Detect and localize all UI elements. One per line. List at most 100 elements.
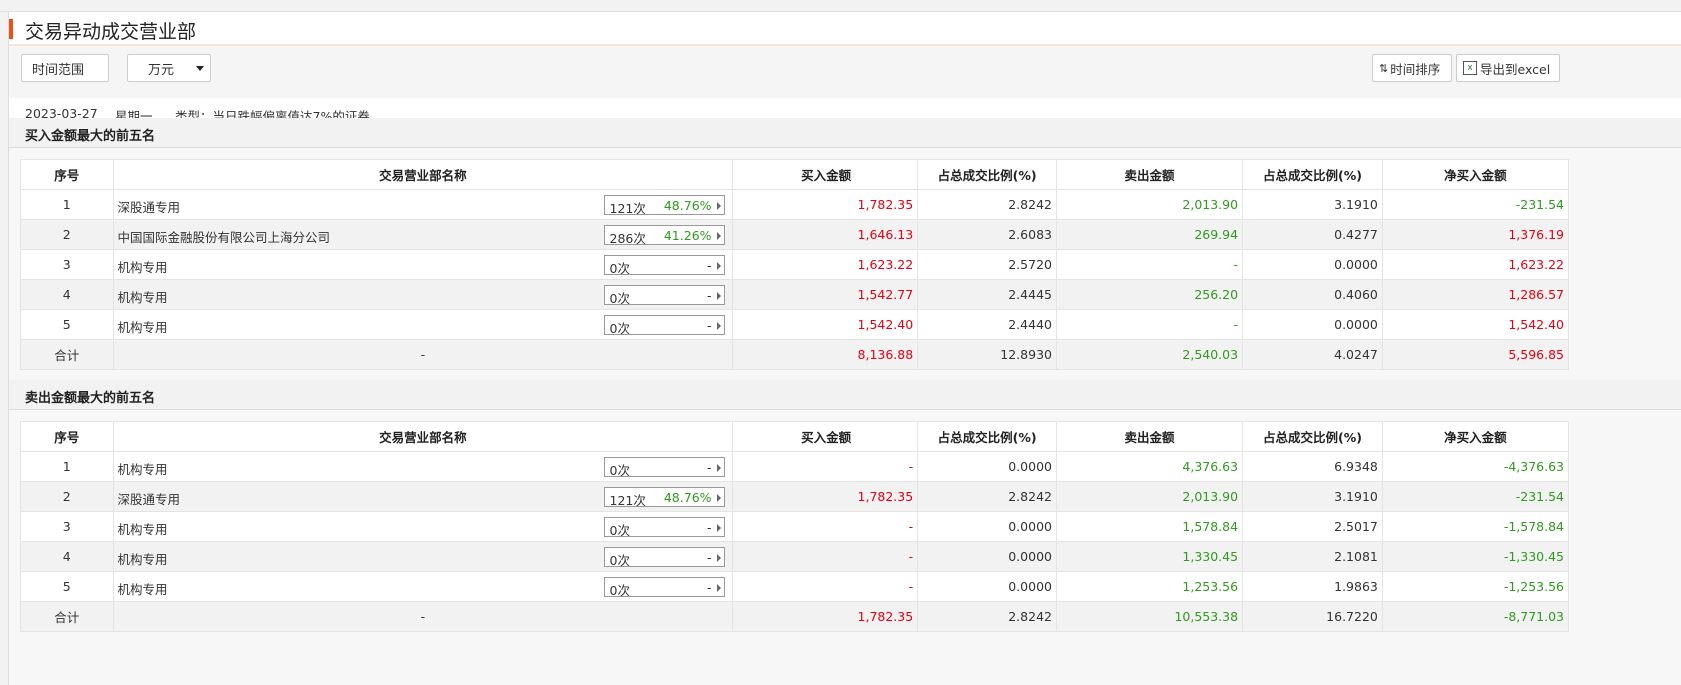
- export-excel-button[interactable]: x 导出到excel: [1456, 54, 1560, 82]
- branch-name-cell: 机构专用 0次 -: [112, 571, 734, 602]
- sell-amount: 256.20: [1055, 279, 1244, 310]
- branch-stats-box[interactable]: 0次 -: [603, 315, 725, 336]
- caret-right-icon: [716, 494, 721, 502]
- unit-select-value: 万元: [148, 62, 175, 78]
- branch-success-rate: 41.26%: [663, 228, 712, 243]
- row-index: 3: [20, 249, 114, 280]
- branch-success-rate: -: [707, 258, 712, 273]
- buy-amount: -: [732, 571, 919, 602]
- branch-name-cell: 机构专用 0次 -: [112, 279, 734, 310]
- col-header-buy-ratio[interactable]: 占总成交比例(%): [917, 421, 1057, 452]
- branch-name-cell: 中国国际金融股份有限公司上海分公司 286次 41.26%: [112, 219, 734, 250]
- branch-trade-count: 0次: [609, 261, 630, 276]
- table-row: 3 机构专用 0次 -1,623.22 2.5720-0.0000 1,623.22: [20, 249, 1570, 280]
- buy-ratio: 2.6083: [917, 219, 1057, 250]
- branch-name-link[interactable]: 深股通专用: [118, 197, 181, 216]
- sell-amount: -: [1055, 249, 1244, 280]
- net-buy-amount: 1,542.40: [1381, 309, 1570, 340]
- branch-stats-box[interactable]: 0次 -: [603, 255, 725, 276]
- time-sort-label: 时间排序: [1390, 61, 1441, 77]
- total-sell-ratio: 16.7220: [1242, 601, 1383, 632]
- sell-ratio: 3.1910: [1242, 481, 1383, 512]
- unit-select[interactable]: 万元: [127, 54, 211, 82]
- col-header-sell-ratio[interactable]: 占总成交比例(%): [1242, 421, 1383, 452]
- total-net-buy: 5,596.85: [1381, 339, 1570, 370]
- branch-name-cell: 机构专用 0次 -: [112, 309, 734, 340]
- buy-ratio: 2.5720: [917, 249, 1057, 280]
- total-buy-ratio: 12.8930: [917, 339, 1057, 370]
- col-header-sell-ratio[interactable]: 占总成交比例(%): [1242, 159, 1383, 190]
- table-row: 1 深股通专用 121次 48.76% 1,782.35 2.8242 2,013.90 3.…: [20, 189, 1570, 220]
- sell-amount: 2,013.90: [1055, 189, 1244, 220]
- sell-ratio: 2.1081: [1242, 541, 1383, 572]
- time-sort-button[interactable]: ⇅ 时间排序: [1372, 54, 1452, 82]
- sell-amount: -: [1055, 309, 1244, 340]
- sell-ratio: 0.4277: [1242, 219, 1383, 250]
- buy-amount: -: [732, 511, 919, 542]
- branch-success-rate: -: [707, 460, 712, 475]
- col-header-branch: 交易营业部名称: [112, 159, 734, 190]
- sell-amount: 4,376.63: [1055, 451, 1244, 482]
- branch-trade-count: 286次: [609, 231, 646, 246]
- row-index: 4: [20, 279, 114, 310]
- branch-stats-box[interactable]: 0次 -: [603, 457, 725, 478]
- buy-ratio: 2.4440: [917, 309, 1057, 340]
- table-header-row: 序号 交易营业部名称 买入金额 占总成交比例(%) 卖出金额 占总成交比例(%)…: [20, 159, 1570, 190]
- col-header-net[interactable]: 净买入金额: [1381, 159, 1570, 190]
- sell-section-title: 卖出金额最大的前五名: [25, 391, 156, 406]
- col-header-buy[interactable]: 买入金额: [732, 421, 919, 452]
- table-header-row: 序号 交易营业部名称 买入金额 占总成交比例(%) 卖出金额 占总成交比例(%)…: [20, 421, 1570, 452]
- branch-success-rate: -: [707, 520, 712, 535]
- branch-success-rate: 48.76%: [663, 490, 712, 505]
- branch-name-cell: 机构专用 0次 -: [112, 451, 734, 482]
- col-header-sell[interactable]: 卖出金额: [1055, 421, 1244, 452]
- branch-name-link[interactable]: 机构专用: [118, 519, 168, 538]
- col-header-buy[interactable]: 买入金额: [732, 159, 919, 190]
- net-buy-amount: -231.54: [1381, 189, 1570, 220]
- total-branch: -: [112, 601, 734, 632]
- total-sell-ratio: 4.0247: [1242, 339, 1383, 370]
- caret-right-icon: [716, 322, 721, 330]
- sell-section-header: 卖出金额最大的前五名: [9, 380, 1681, 410]
- table-row: 5 机构专用 0次 -1,542.40 2.4440-0.0000 1,542.40: [20, 309, 1570, 340]
- col-header-net[interactable]: 净买入金额: [1381, 421, 1570, 452]
- branch-name-link[interactable]: 机构专用: [118, 459, 168, 478]
- branch-name-link[interactable]: 中国国际金融股份有限公司上海分公司: [118, 227, 331, 246]
- branch-name-link[interactable]: 机构专用: [118, 257, 168, 276]
- branch-stats-box[interactable]: 0次 -: [603, 577, 725, 598]
- col-header-sell[interactable]: 卖出金额: [1055, 159, 1244, 190]
- branch-trade-count: 0次: [609, 463, 630, 478]
- total-buy-amount: 8,136.88: [732, 339, 919, 370]
- branch-name-link[interactable]: 机构专用: [118, 317, 168, 336]
- buy-ratio: 0.0000: [917, 511, 1057, 542]
- branch-trade-count: 0次: [609, 291, 630, 306]
- branch-name-link[interactable]: 机构专用: [118, 287, 168, 306]
- branch-stats-box[interactable]: 121次 48.76%: [603, 195, 725, 216]
- branch-trade-count: 121次: [609, 201, 646, 216]
- branch-stats-box[interactable]: 0次 -: [603, 547, 725, 568]
- branch-stats-box[interactable]: 121次 48.76%: [603, 487, 725, 508]
- branch-success-rate: -: [707, 550, 712, 565]
- time-range-button[interactable]: 时间范围: [21, 54, 109, 82]
- top-strip: [0, 0, 1681, 12]
- buy-section-header: 买入金额最大的前五名: [9, 118, 1681, 148]
- col-header-buy-ratio[interactable]: 占总成交比例(%): [917, 159, 1057, 190]
- total-sell-amount: 10,553.38: [1055, 601, 1244, 632]
- sell-ratio: 3.1910: [1242, 189, 1383, 220]
- branch-stats-box[interactable]: 286次 41.26%: [603, 225, 725, 246]
- branch-name-cell: 机构专用 0次 -: [112, 249, 734, 280]
- export-excel-label: 导出到excel: [1480, 61, 1551, 77]
- branch-success-rate: -: [707, 288, 712, 303]
- branch-stats-box[interactable]: 0次 -: [603, 285, 725, 306]
- sell-amount: 1,578.84: [1055, 511, 1244, 542]
- branch-name-link[interactable]: 机构专用: [118, 549, 168, 568]
- col-header-index: 序号: [20, 159, 114, 190]
- branch-name-link[interactable]: 深股通专用: [118, 489, 181, 508]
- sell-amount: 1,330.45: [1055, 541, 1244, 572]
- table-row: 3 机构专用 0次 - -0.0000 1,578.84 2.5017 -1,578.84: [20, 511, 1570, 542]
- branch-name-link[interactable]: 机构专用: [118, 579, 168, 598]
- buy-amount: 1,782.35: [732, 481, 919, 512]
- table-row: 4 机构专用 0次 - -0.0000 1,330.45 2.1081 -1,330.45: [20, 541, 1570, 572]
- branch-stats-box[interactable]: 0次 -: [603, 517, 725, 538]
- sell-ratio: 0.4060: [1242, 279, 1383, 310]
